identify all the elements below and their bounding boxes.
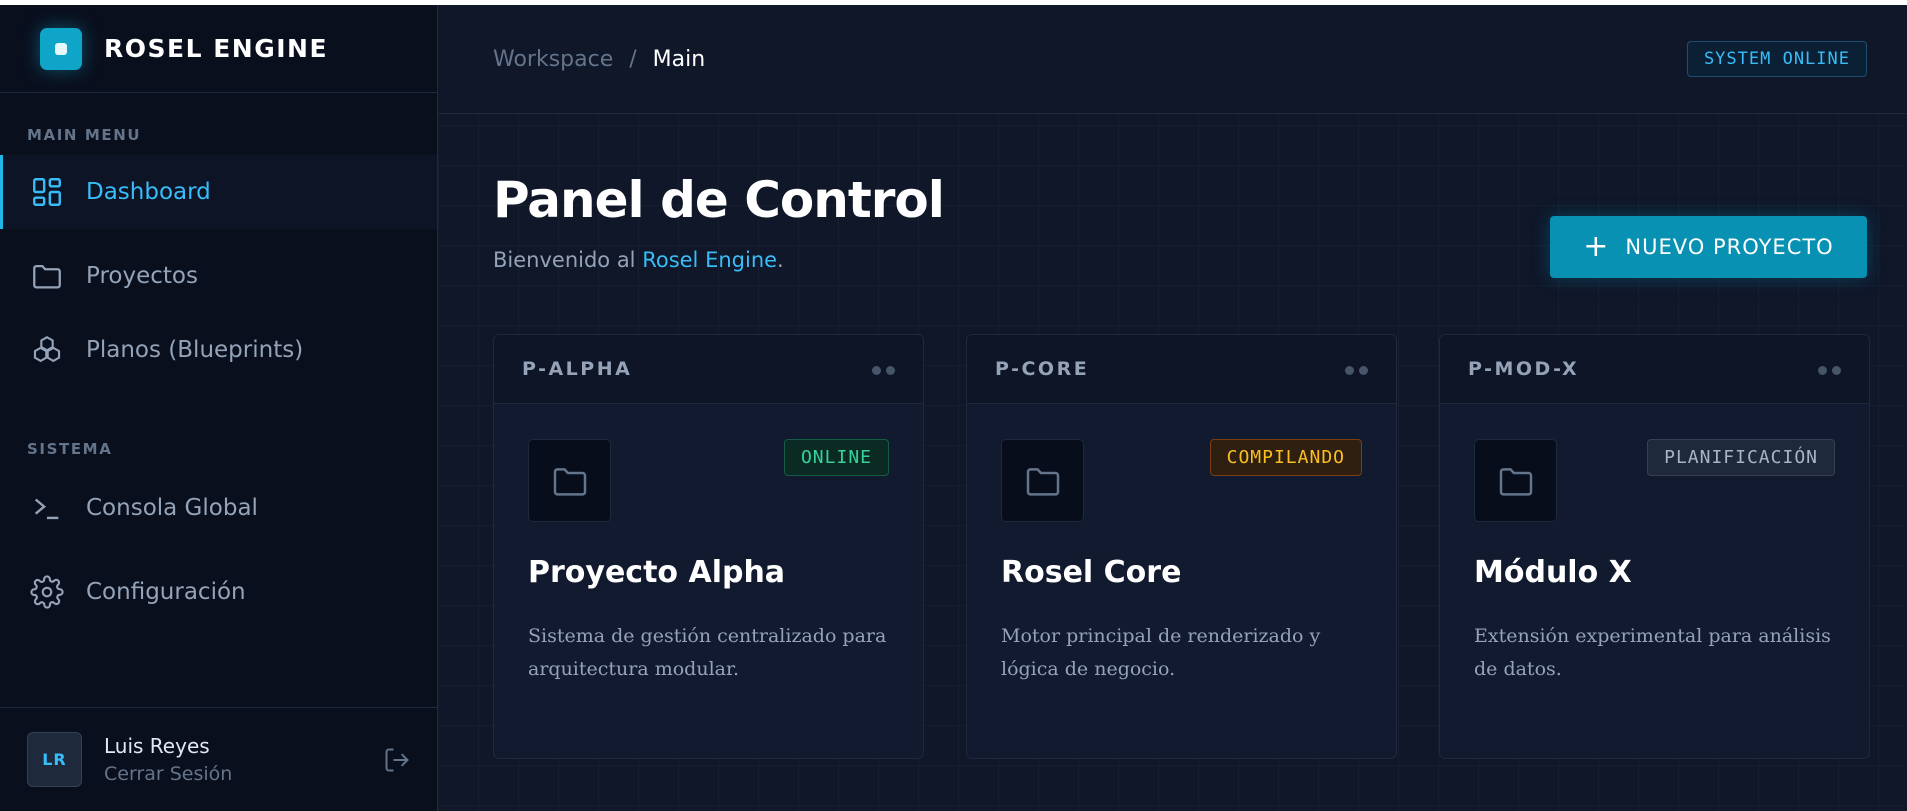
breadcrumb-workspace[interactable]: Workspace — [493, 47, 613, 72]
top-bar: Workspace / Main SYSTEM ONLINE — [438, 5, 1907, 114]
project-cards: P-ALPHA ONLINE Proyecto Alpha Sistema de… — [493, 334, 1870, 759]
project-code: P-MOD-X — [1468, 358, 1580, 380]
folder-icon — [33, 264, 61, 289]
terminal-icon — [34, 498, 59, 520]
grid-icon — [33, 178, 61, 206]
brand-logo-icon — [40, 27, 82, 70]
project-description: Extensión experimental para análisis de … — [1474, 625, 1831, 680]
sidebar-item-configuracion[interactable]: Configuración — [0, 555, 437, 629]
logout-link[interactable]: Cerrar Sesión — [104, 763, 232, 785]
more-options-icon[interactable] — [1818, 366, 1841, 375]
avatar: LR — [27, 732, 82, 787]
blueprint-icon — [33, 336, 61, 363]
project-code: P-ALPHA — [522, 358, 633, 380]
sidebar-item-label: Configuración — [86, 579, 246, 605]
brand: ROSEL ENGINE — [0, 5, 437, 93]
project-card-modx[interactable]: P-MOD-X PLANIFICACIÓN Módulo X Extensión… — [1439, 334, 1870, 759]
status-badge: PLANIFICACIÓN — [1647, 439, 1835, 476]
logout-icon[interactable] — [383, 746, 411, 774]
page-subtitle: Bienvenido al Rosel Engine. — [493, 248, 784, 272]
project-title: Proyecto Alpha — [528, 555, 786, 590]
main-menu-label: MAIN MENU — [27, 126, 142, 144]
app-window: ROSEL ENGINE MAIN MENU Dashboard Proyect… — [0, 5, 1907, 811]
project-card-core[interactable]: P-CORE COMPILANDO Rosel Core Motor princ… — [966, 334, 1397, 759]
gear-icon — [30, 575, 64, 609]
user-name: Luis Reyes — [104, 734, 210, 758]
subtitle-prefix: Bienvenido al — [493, 248, 643, 272]
sidebar-item-label: Proyectos — [86, 263, 198, 289]
sidebar-item-blueprints[interactable]: Planos (Blueprints) — [0, 313, 437, 387]
plus-icon: + — [1583, 229, 1610, 264]
sidebar-item-proyectos[interactable]: Proyectos — [0, 239, 437, 313]
more-options-icon[interactable] — [872, 366, 895, 375]
sidebar-item-label: Consola Global — [86, 495, 258, 521]
subtitle-suffix: . — [777, 248, 784, 272]
sidebar-item-dashboard[interactable]: Dashboard — [0, 155, 437, 229]
breadcrumb-separator: / — [629, 46, 637, 72]
more-options-icon[interactable] — [1345, 366, 1368, 375]
brand-name: ROSEL ENGINE — [104, 34, 329, 63]
project-description: Motor principal de renderizado y lógica … — [1001, 625, 1321, 680]
new-project-label: NUEVO PROYECTO — [1625, 235, 1834, 259]
project-folder-icon — [1001, 439, 1084, 522]
sidebar-item-consola[interactable]: Consola Global — [0, 471, 437, 545]
main-content: Workspace / Main SYSTEM ONLINE Panel de … — [438, 5, 1907, 811]
sidebar: ROSEL ENGINE MAIN MENU Dashboard Proyect… — [0, 5, 438, 811]
new-project-button[interactable]: + NUEVO PROYECTO — [1550, 216, 1867, 278]
breadcrumb-main: Main — [652, 46, 706, 72]
sidebar-item-label: Dashboard — [86, 179, 211, 205]
system-section-label: SISTEMA — [27, 440, 113, 458]
sidebar-item-label: Planos (Blueprints) — [86, 337, 304, 363]
project-description: Sistema de gestión centralizado para arq… — [528, 625, 887, 680]
project-title: Rosel Core — [1001, 555, 1182, 590]
project-folder-icon — [528, 439, 611, 522]
project-card-alpha[interactable]: P-ALPHA ONLINE Proyecto Alpha Sistema de… — [493, 334, 924, 759]
status-badge: ONLINE — [783, 439, 889, 476]
system-status-badge: SYSTEM ONLINE — [1686, 41, 1867, 77]
user-profile: LR Luis Reyes Cerrar Sesión — [0, 707, 437, 811]
project-code: P-CORE — [995, 358, 1090, 380]
project-folder-icon — [1474, 439, 1557, 522]
subtitle-highlight: Rosel Engine — [642, 248, 778, 272]
project-title: Módulo X — [1474, 555, 1632, 590]
page-title: Panel de Control — [493, 171, 945, 229]
status-badge: COMPILANDO — [1209, 439, 1362, 476]
